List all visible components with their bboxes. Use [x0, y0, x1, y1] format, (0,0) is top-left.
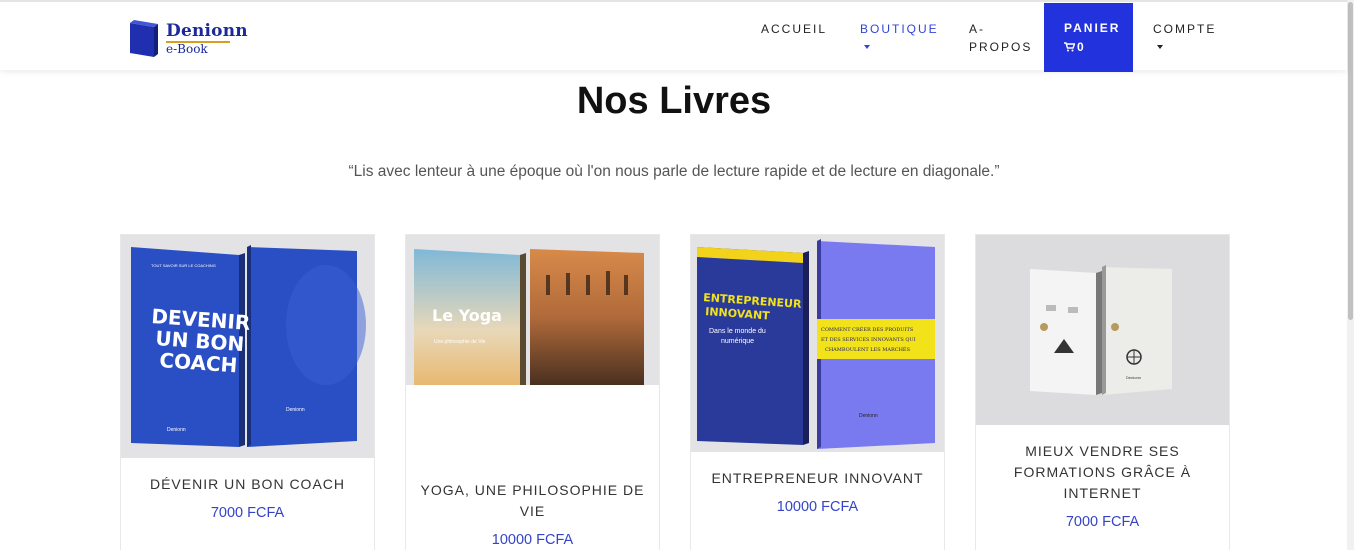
cover-brand: Denionn	[859, 413, 878, 419]
cover-brand-back: Denionn	[286, 407, 305, 413]
book-cover-formations-image: Denionn	[976, 235, 1229, 425]
book-cover-image[interactable]: ENTREPRENEUR INNOVANT Dans le monde du n…	[691, 235, 944, 452]
nav-panier-label: PANIER	[1064, 21, 1121, 35]
page-title: Nos Livres	[576, 80, 772, 122]
nav-apropos[interactable]: A-PROPOS	[969, 4, 1039, 72]
cart-count: 0	[1077, 40, 1085, 54]
nav-boutique[interactable]: BOUTIQUE	[860, 4, 939, 72]
book-price: 10000 FCFA	[776, 499, 859, 515]
section-quote: “Lis avec lenteur à une époque où l'on n…	[348, 163, 1000, 180]
book-title[interactable]: YOGA, UNE PHILOSOPHIE DE VIE	[416, 480, 649, 522]
book-title[interactable]: ENTREPRENEUR INNOVANT	[701, 468, 934, 489]
nav-accueil[interactable]: ACCUEIL	[761, 4, 827, 72]
book-title[interactable]: DÉVENIR UN BON COACH	[131, 474, 364, 495]
nav-compte[interactable]: COMPTE	[1153, 4, 1216, 72]
nav-apropos-label: A-PROPOS	[969, 22, 1033, 54]
book-cover-coach-image: TOUT SAVOIR SUR LE COACHING DEVENIR UN B…	[121, 235, 374, 458]
book-card-coach[interactable]: TOUT SAVOIR SUR LE COACHING DEVENIR UN B…	[120, 234, 375, 550]
cover-back-3: CHAMBOULENT LES MARCHÉS	[825, 345, 911, 353]
brand-logo[interactable]: Denionn e-Book	[128, 17, 248, 59]
cover-back-1: COMMENT CRÉER DES PRODUITS	[821, 325, 914, 333]
nav-boutique-label: BOUTIQUE	[860, 22, 939, 36]
cover-back-2: ET DES SERVICES INNOVANTS QUI	[821, 337, 916, 343]
book-price: 10000 FCFA	[491, 532, 574, 548]
brand-subtitle: e-Book	[166, 42, 208, 56]
cart-icon	[1064, 42, 1075, 52]
scrollbar-thumb[interactable]	[1348, 2, 1353, 320]
cover-brand: Denionn	[1126, 375, 1141, 380]
nav-panier[interactable]: PANIER 0	[1044, 3, 1133, 72]
book-cover-yoga-image: Le Yoga Une philosophie de Vie	[406, 235, 659, 385]
book-price: 7000 FCFA	[210, 505, 285, 521]
cover-entr-sub-1: Dans le monde du	[709, 328, 766, 335]
cover-entr-sub-2: numérique	[721, 338, 754, 345]
chevron-down-icon	[864, 45, 870, 49]
nav-compte-label: COMPTE	[1153, 22, 1217, 36]
book-cover-entrepreneur-image: ENTREPRENEUR INNOVANT Dans le monde du n…	[691, 235, 944, 452]
cover-brand: Denionn	[167, 427, 186, 433]
chevron-down-icon	[1157, 45, 1163, 49]
book-cover-image[interactable]: Le Yoga Une philosophie de Vie	[406, 235, 659, 385]
book-card-formations[interactable]: Denionn MIEUX VENDRE SES FORMATIONS GRÂC…	[975, 234, 1230, 550]
brand-name: Denionn	[166, 21, 248, 41]
book-card-yoga[interactable]: Le Yoga Une philosophie de Vie YOGA, UNE…	[405, 234, 660, 550]
book-price: 7000 FCFA	[1065, 514, 1140, 530]
nav-accueil-label: ACCUEIL	[761, 22, 828, 36]
cover-yoga-subtitle: Une philosophie de Vie	[434, 339, 486, 345]
book-cover-image[interactable]: TOUT SAVOIR SUR LE COACHING DEVENIR UN B…	[121, 235, 374, 458]
book-title[interactable]: MIEUX VENDRE SES FORMATIONS GRÂCE À INTE…	[986, 441, 1219, 504]
book-card-entrepreneur[interactable]: ENTREPRENEUR INNOVANT Dans le monde du n…	[690, 234, 945, 550]
navbar: Denionn e-Book ACCUEIL BOUTIQUE A-PROPOS…	[0, 0, 1347, 72]
cover-top-text: TOUT SAVOIR SUR LE COACHING	[151, 263, 216, 268]
book-logo-icon	[130, 20, 158, 57]
cover-yoga-title: Le Yoga	[432, 306, 502, 325]
page-scrollbar[interactable]	[1347, 0, 1354, 550]
book-cover-image[interactable]: Denionn	[976, 235, 1229, 425]
